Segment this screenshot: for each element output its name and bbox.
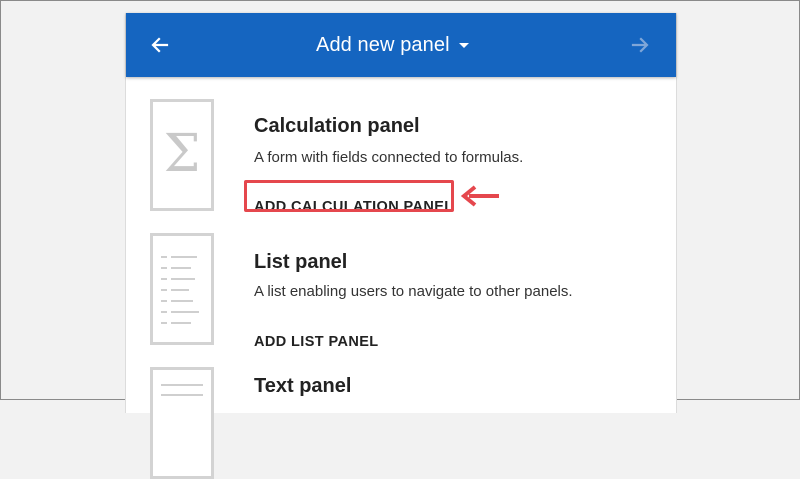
arrow-left-icon [151, 37, 169, 53]
page-title: Add new panel [316, 33, 450, 56]
text-icon [150, 367, 214, 479]
calculation-panel-title: Calculation panel [254, 115, 420, 137]
callout-arrow-icon [460, 185, 499, 207]
highlight-box [244, 180, 454, 212]
panel-type-dropdown[interactable]: Add new panel [316, 13, 470, 77]
list-panel-description: A list enabling users to navigate to oth… [254, 283, 573, 300]
list-panel-item: List panel A list enabling users to navi… [126, 233, 676, 353]
list-panel-title: List panel [254, 251, 348, 273]
text-panel-item: Text panel [126, 367, 676, 479]
top-app-bar: Add new panel [126, 13, 676, 77]
list-icon [150, 233, 214, 345]
add-panel-dialog: Add new panel Σ Calculation panel A form… [125, 13, 677, 479]
sigma-icon: Σ [150, 99, 214, 211]
caret-down-icon [458, 43, 469, 48]
arrow-right-icon [631, 37, 649, 53]
text-panel-title: Text panel [254, 375, 352, 397]
forward-button[interactable] [626, 31, 654, 59]
add-list-panel-button[interactable]: ADD LIST PANEL [254, 334, 379, 350]
calculation-panel-description: A form with fields connected to formulas… [254, 149, 524, 166]
back-button[interactable] [146, 31, 174, 59]
